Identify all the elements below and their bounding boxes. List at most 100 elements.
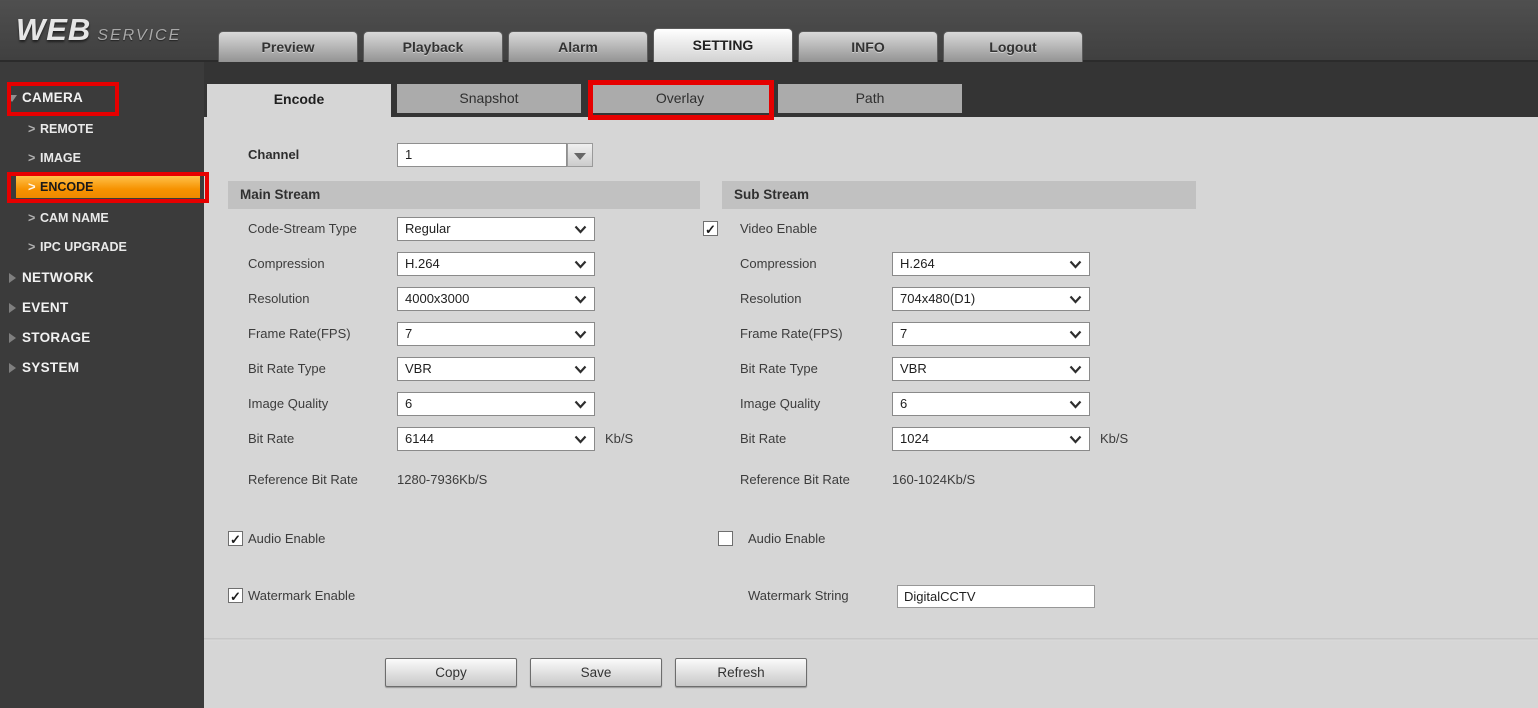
nav-tab-alarm[interactable]: Alarm bbox=[508, 31, 648, 62]
sidebar-group-label: CAMERA bbox=[22, 90, 84, 105]
code-stream-type-select[interactable]: Regular bbox=[397, 217, 595, 241]
sub-audio-enable-checkbox[interactable] bbox=[718, 531, 733, 546]
main-bit-rate-type-select[interactable]: VBR bbox=[397, 357, 595, 381]
main-frame-rate-select[interactable]: 7 bbox=[397, 322, 595, 346]
sub-frame-rate-select[interactable]: 7 bbox=[892, 322, 1090, 346]
triangle-right-icon bbox=[9, 363, 16, 373]
sidebar-group-label: SYSTEM bbox=[22, 360, 80, 375]
sidebar-item-cam-name[interactable]: > CAM NAME bbox=[0, 209, 204, 227]
select-value: 6 bbox=[900, 396, 908, 411]
sub-bit-rate-select[interactable]: 1024 bbox=[892, 427, 1090, 451]
sidebar-item-label: IMAGE bbox=[40, 151, 81, 165]
field-label: Frame Rate(FPS) bbox=[740, 326, 843, 341]
nav-tab-info[interactable]: INFO bbox=[798, 31, 938, 62]
logo-service-text: SERVICE bbox=[97, 27, 182, 44]
main-audio-enable-label: Audio Enable bbox=[248, 531, 326, 546]
sidebar-item-label: ENCODE bbox=[40, 180, 94, 194]
chevron-down-icon bbox=[574, 330, 587, 339]
sidebar-group-label: EVENT bbox=[22, 300, 69, 315]
nav-tab-playback[interactable]: Playback bbox=[363, 31, 503, 62]
tab-encode[interactable]: Encode bbox=[207, 84, 391, 117]
sidebar-item-encode-active[interactable]: > ENCODE bbox=[16, 176, 200, 198]
nav-tab-preview[interactable]: Preview bbox=[218, 31, 358, 62]
sidebar-item-image[interactable]: > IMAGE bbox=[0, 149, 204, 167]
sidebar-group-storage[interactable]: STORAGE bbox=[0, 328, 204, 348]
chevron-right-icon: > bbox=[28, 179, 36, 194]
main-image-quality-select[interactable]: 6 bbox=[397, 392, 595, 416]
chevron-down-icon bbox=[1069, 295, 1082, 304]
select-value: 4000x3000 bbox=[405, 291, 470, 306]
field-label: Resolution bbox=[248, 291, 310, 306]
tab-snapshot[interactable]: Snapshot bbox=[397, 84, 581, 113]
sub-image-quality-select[interactable]: 6 bbox=[892, 392, 1090, 416]
field-label: Code-Stream Type bbox=[248, 221, 357, 236]
sidebar-group-system[interactable]: SYSTEM bbox=[0, 358, 204, 378]
sidebar-item-remote[interactable]: > REMOTE bbox=[0, 120, 204, 138]
reference-bit-rate-value: 1280-7936Kb/S bbox=[397, 472, 488, 487]
main-resolution-select[interactable]: 4000x3000 bbox=[397, 287, 595, 311]
select-value: H.264 bbox=[900, 256, 935, 271]
select-value: H.264 bbox=[405, 256, 440, 271]
watermark-string-input[interactable] bbox=[897, 585, 1095, 608]
sidebar-group-event[interactable]: EVENT bbox=[0, 298, 204, 318]
main-audio-enable-checkbox[interactable]: ✓ bbox=[228, 531, 243, 547]
refresh-button[interactable]: Refresh bbox=[675, 658, 807, 687]
channel-dropdown-button[interactable] bbox=[567, 143, 593, 167]
video-enable-checkbox[interactable]: ✓ bbox=[703, 221, 718, 237]
main-compression-select[interactable]: H.264 bbox=[397, 252, 595, 276]
tab-path[interactable]: Path bbox=[778, 84, 962, 113]
channel-select-value: 1 bbox=[405, 147, 413, 162]
logo-web-text: WEB bbox=[16, 12, 92, 47]
select-value: 6144 bbox=[405, 431, 434, 446]
encode-panel: Channel 1 Main Stream Sub Stream Code-St… bbox=[204, 117, 1538, 708]
reference-bit-rate-value: 160-1024Kb/S bbox=[892, 472, 976, 487]
field-label: Frame Rate(FPS) bbox=[248, 326, 351, 341]
checkmark-icon: ✓ bbox=[230, 532, 241, 547]
content-tabstrip: Encode Snapshot Overlay Path bbox=[204, 62, 1538, 117]
select-value: VBR bbox=[405, 361, 432, 376]
sub-bit-rate-type-select[interactable]: VBR bbox=[892, 357, 1090, 381]
sidebar-item-label: CAM NAME bbox=[40, 211, 109, 225]
chevron-down-icon bbox=[1069, 365, 1082, 374]
field-label: Resolution bbox=[740, 291, 802, 306]
chevron-down-icon bbox=[1069, 330, 1082, 339]
triangle-down-icon bbox=[7, 95, 17, 102]
sidebar-group-label: STORAGE bbox=[22, 330, 91, 345]
select-value: 7 bbox=[405, 326, 413, 341]
main-bit-rate-select[interactable]: 6144 bbox=[397, 427, 595, 451]
channel-select[interactable]: 1 bbox=[397, 143, 593, 167]
chevron-right-icon: > bbox=[28, 240, 36, 254]
field-label: Compression bbox=[248, 256, 325, 271]
chevron-down-icon bbox=[574, 225, 587, 234]
tab-overlay[interactable]: Overlay bbox=[588, 84, 772, 113]
field-label: Bit Rate Type bbox=[740, 361, 818, 376]
main-stream-section-header: Main Stream bbox=[228, 181, 700, 209]
checkmark-icon: ✓ bbox=[230, 589, 241, 604]
app-logo: WEB SERVICE bbox=[16, 12, 181, 48]
triangle-right-icon bbox=[9, 303, 16, 313]
nav-tab-logout[interactable]: Logout bbox=[943, 31, 1083, 62]
sidebar-group-label: NETWORK bbox=[22, 270, 94, 285]
chevron-right-icon: > bbox=[28, 151, 36, 165]
copy-button[interactable]: Copy bbox=[385, 658, 517, 687]
sidebar-group-network[interactable]: NETWORK bbox=[0, 268, 204, 288]
field-label: Image Quality bbox=[248, 396, 329, 411]
nav-tab-setting[interactable]: SETTING bbox=[653, 28, 793, 62]
select-value: VBR bbox=[900, 361, 927, 376]
field-label: Compression bbox=[740, 256, 817, 271]
sub-compression-select[interactable]: H.264 bbox=[892, 252, 1090, 276]
triangle-right-icon bbox=[9, 333, 16, 343]
watermark-enable-checkbox[interactable]: ✓ bbox=[228, 588, 243, 604]
sub-resolution-select[interactable]: 704x480(D1) bbox=[892, 287, 1090, 311]
video-enable-label: Video Enable bbox=[740, 221, 818, 236]
sidebar-item-ipc-upgrade[interactable]: > IPC UPGRADE bbox=[0, 238, 204, 256]
chevron-down-icon bbox=[574, 260, 587, 269]
field-label: Bit Rate bbox=[740, 431, 787, 446]
kbps-unit-label: Kb/S bbox=[605, 431, 634, 446]
triangle-right-icon bbox=[9, 273, 16, 283]
chevron-down-icon bbox=[574, 365, 587, 374]
save-button[interactable]: Save bbox=[530, 658, 662, 687]
sidebar-group-camera[interactable]: CAMERA bbox=[0, 88, 204, 108]
sidebar-item-label: IPC UPGRADE bbox=[40, 240, 127, 254]
triangle-down-icon bbox=[574, 153, 586, 160]
